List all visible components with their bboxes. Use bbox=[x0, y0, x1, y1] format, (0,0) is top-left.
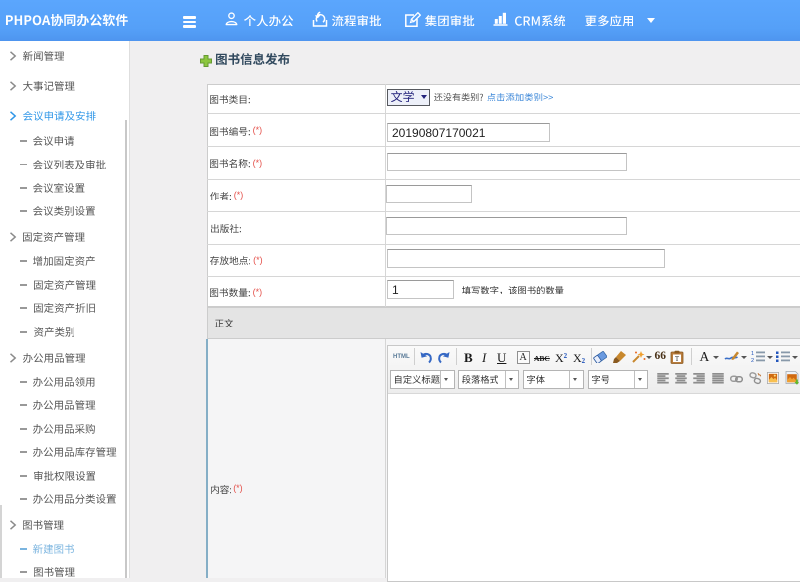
svg-text:T: T bbox=[675, 355, 680, 363]
svg-text:1: 1 bbox=[751, 351, 754, 357]
svg-text:2: 2 bbox=[751, 358, 754, 363]
